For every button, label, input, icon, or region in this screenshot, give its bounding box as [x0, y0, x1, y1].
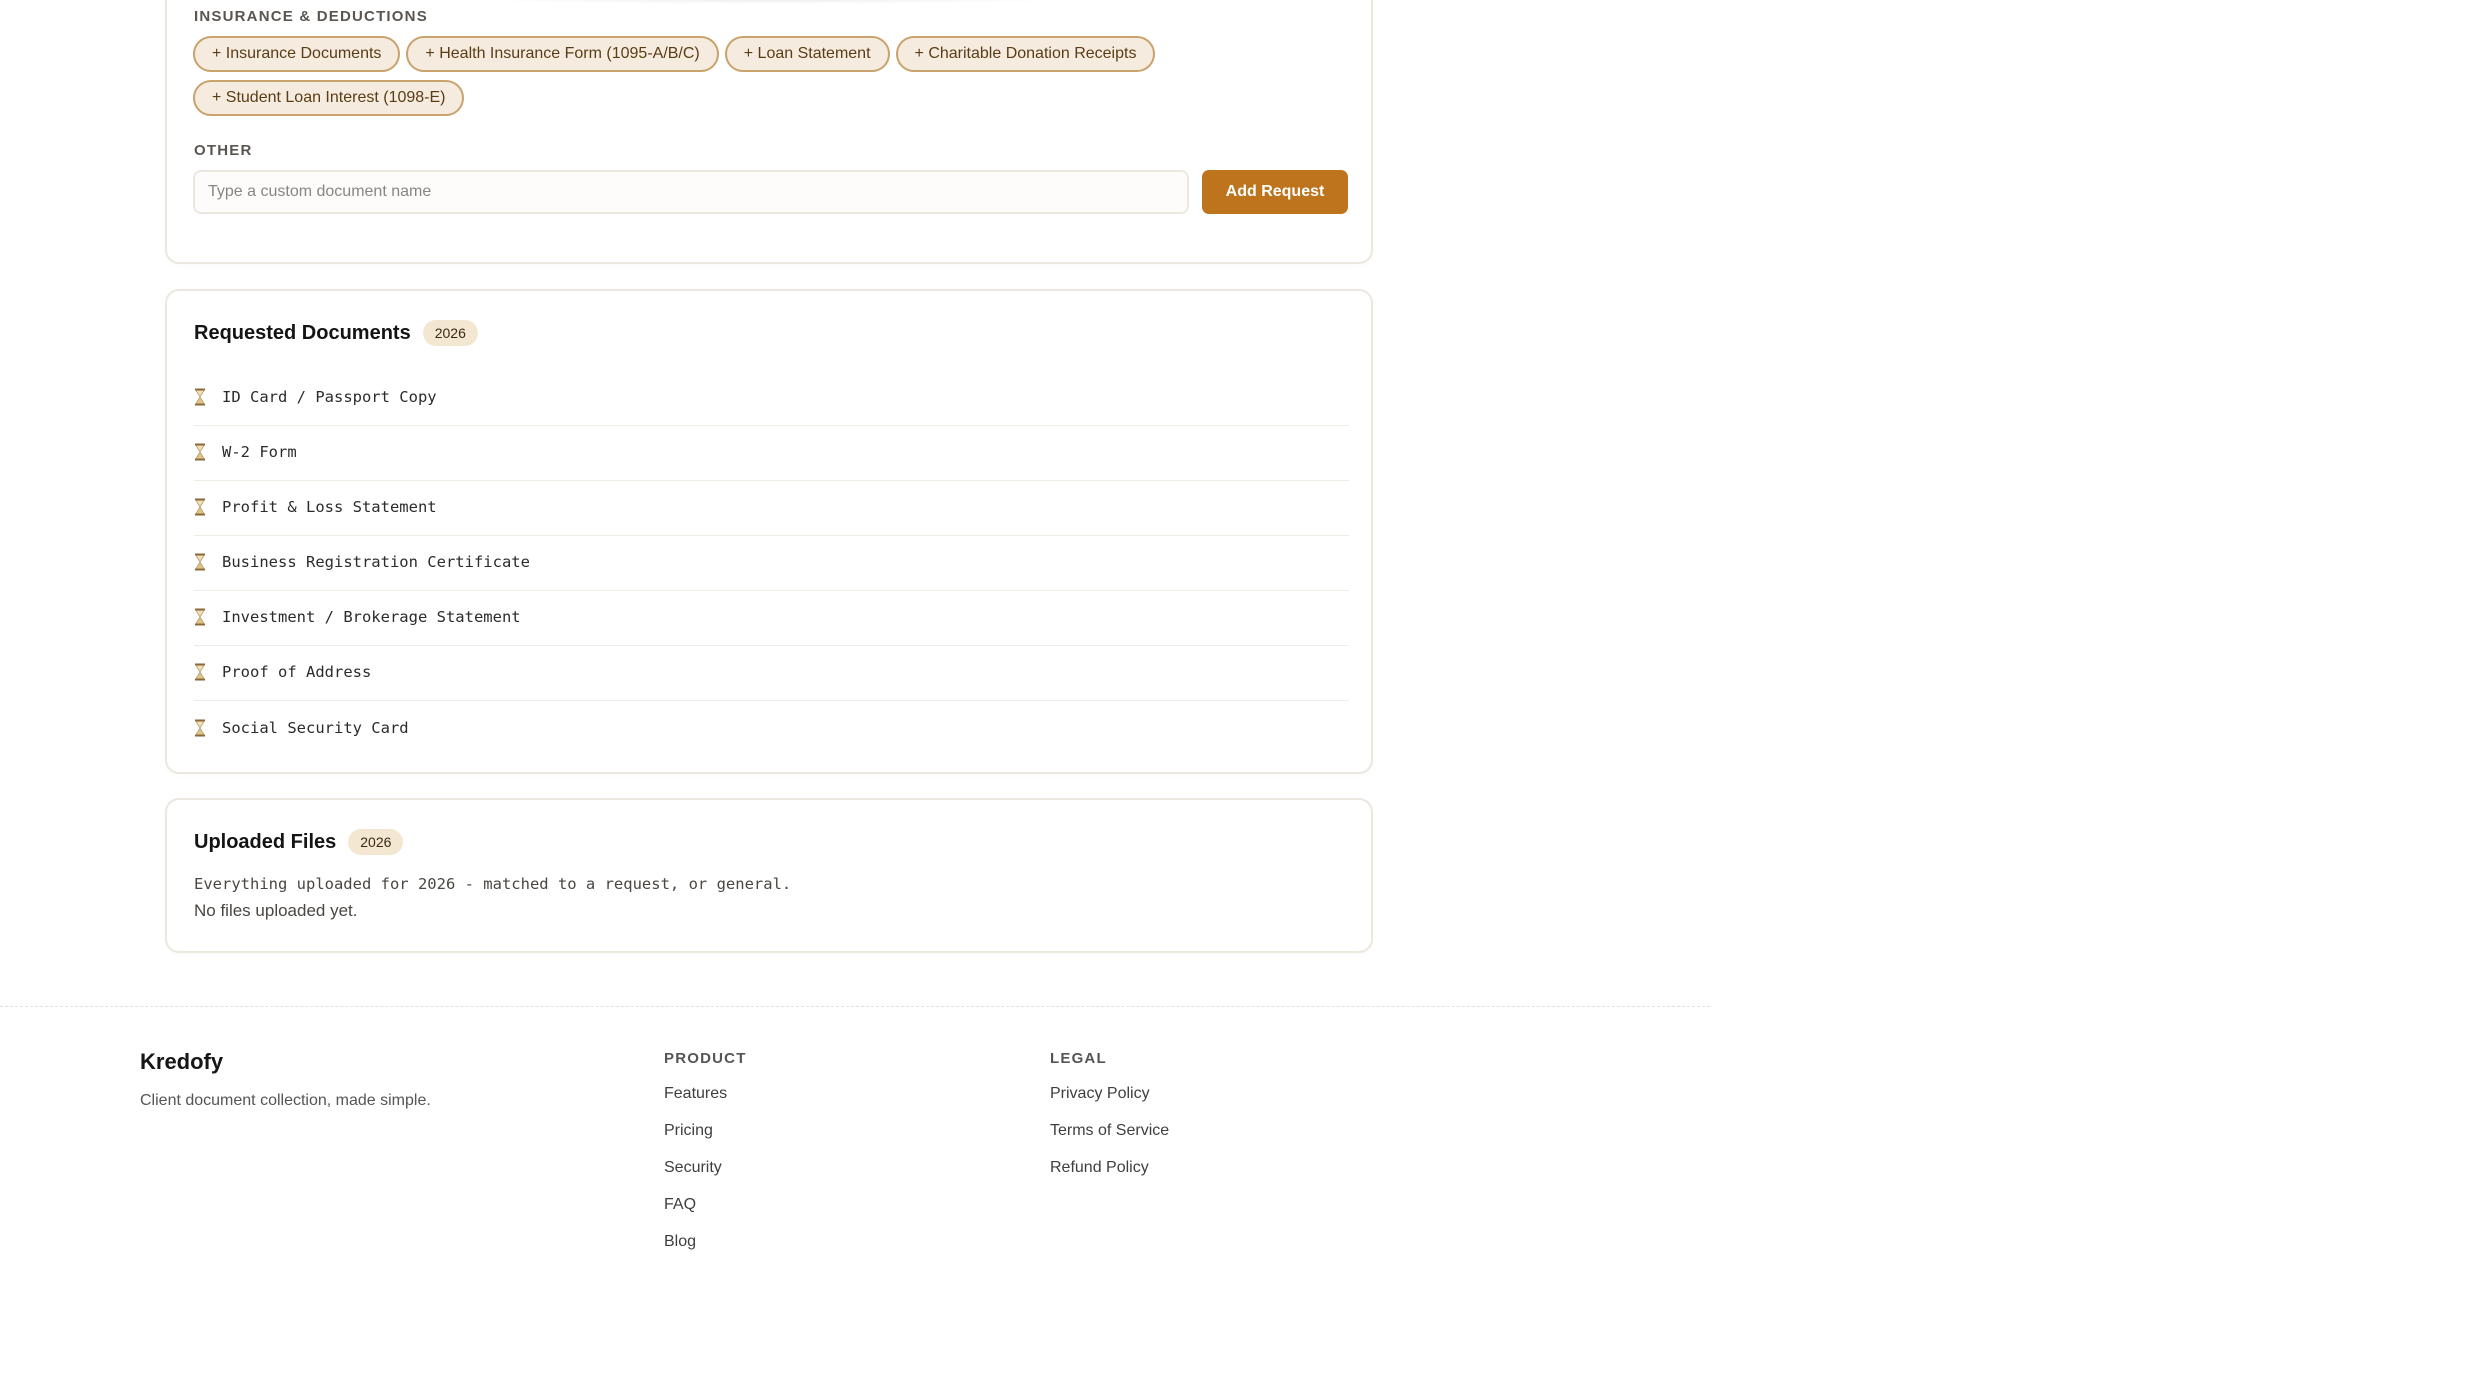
chip-student-loan-interest[interactable]: + Student Loan Interest (1098-E) [193, 80, 465, 116]
document-name: Proof of Address [222, 663, 372, 681]
chip-insurance-documents[interactable]: + Insurance Documents [193, 36, 401, 72]
custom-request-row: Add Request [193, 170, 1348, 214]
insurance-chip-group: + Insurance Documents + Health Insurance … [193, 36, 1193, 124]
hourglass-icon [195, 498, 205, 516]
hourglass-icon [195, 553, 205, 571]
document-name: Social Security Card [222, 718, 409, 737]
footer-product-column: PRODUCT Features Pricing Security FAQ Bl… [664, 1050, 747, 1268]
document-name: ID Card / Passport Copy [222, 388, 437, 406]
document-name: Profit & Loss Statement [222, 498, 437, 516]
uploaded-files-title: Uploaded Files [194, 830, 337, 853]
document-name: Business Registration Certificate [222, 553, 530, 571]
hourglass-icon [195, 719, 205, 736]
footer-product-heading: PRODUCT [664, 1050, 747, 1067]
header-shadow [460, 0, 1080, 4]
footer-link-security[interactable]: Security [664, 1157, 747, 1194]
list-item: W-2 Form [194, 426, 1349, 481]
chip-charitable-donation-receipts[interactable]: + Charitable Donation Receipts [895, 36, 1156, 72]
footer-link-pricing[interactable]: Pricing [664, 1120, 747, 1157]
requested-documents-list: ID Card / Passport Copy W-2 Form Profit … [194, 371, 1349, 756]
custom-document-input[interactable] [193, 170, 1189, 214]
list-item: Business Registration Certificate [194, 536, 1349, 591]
requested-documents-heading: Requested Documents 2026 [194, 320, 478, 346]
page: INSURANCE & DEDUCTIONS + Insurance Docum… [0, 0, 2490, 1377]
footer-link-refund-policy[interactable]: Refund Policy [1050, 1157, 1169, 1194]
footer-legal-column: LEGAL Privacy Policy Terms of Service Re… [1050, 1050, 1169, 1194]
uploaded-files-description: Everything uploaded for 2026 - matched t… [194, 875, 792, 893]
list-item: ID Card / Passport Copy [194, 371, 1349, 426]
document-request-card: INSURANCE & DEDUCTIONS + Insurance Docum… [165, 0, 1373, 264]
list-item: Proof of Address [194, 646, 1349, 701]
footer-link-faq[interactable]: FAQ [664, 1194, 747, 1231]
year-badge: 2026 [422, 320, 478, 346]
footer-link-terms-of-service[interactable]: Terms of Service [1050, 1120, 1169, 1157]
list-item: Investment / Brokerage Statement [194, 591, 1349, 646]
chip-loan-statement[interactable]: + Loan Statement [724, 36, 890, 72]
document-name: W-2 Form [222, 443, 297, 461]
hourglass-icon [195, 663, 205, 681]
document-name: Investment / Brokerage Statement [222, 608, 521, 626]
footer-link-blog[interactable]: Blog [664, 1231, 747, 1268]
hourglass-icon [195, 608, 205, 626]
uploaded-files-heading: Uploaded Files 2026 [194, 829, 404, 855]
footer-link-features[interactable]: Features [664, 1083, 747, 1120]
hourglass-icon [195, 443, 205, 461]
hourglass-icon [195, 388, 205, 406]
add-request-button[interactable]: Add Request [1202, 170, 1348, 214]
uploaded-files-empty-state: No files uploaded yet. [194, 901, 358, 920]
uploaded-files-card: Uploaded Files 2026 Everything uploaded … [165, 798, 1373, 953]
requested-documents-title: Requested Documents [194, 321, 411, 344]
footer-tagline: Client document collection, made simple. [140, 1092, 431, 1109]
other-section-label: OTHER [194, 142, 253, 159]
insurance-section-label: INSURANCE & DEDUCTIONS [194, 8, 428, 25]
list-item: Social Security Card [194, 701, 1349, 756]
list-item: Profit & Loss Statement [194, 481, 1349, 536]
year-badge: 2026 [348, 829, 404, 855]
footer-legal-heading: LEGAL [1050, 1050, 1107, 1067]
footer-brand[interactable]: Kredofy [140, 1049, 223, 1075]
footer-link-privacy-policy[interactable]: Privacy Policy [1050, 1083, 1169, 1120]
footer-divider [0, 1006, 1710, 1007]
chip-health-insurance-form[interactable]: + Health Insurance Form (1095-A/B/C) [406, 36, 719, 72]
requested-documents-card: Requested Documents 2026 ID Card / Passp… [165, 289, 1373, 774]
